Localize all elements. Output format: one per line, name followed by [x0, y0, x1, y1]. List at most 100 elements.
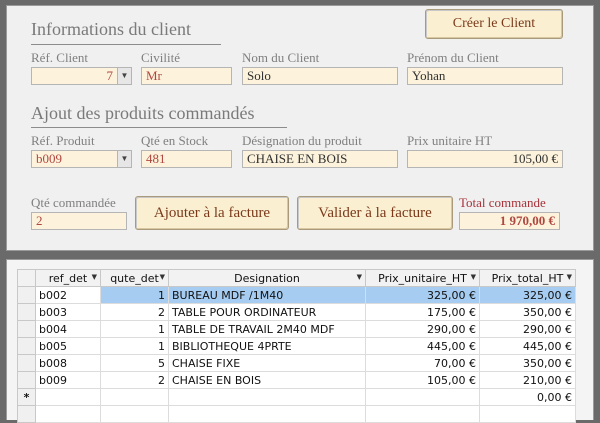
column-header-label: Prix_total_HT [491, 271, 564, 285]
column-header-prix-total[interactable]: Prix_total_HT ▼ [479, 269, 576, 287]
table-row[interactable]: b002 1 BUREAU MDF /1M40 325,00 € 325,00 … [17, 286, 576, 304]
column-header-ref-det[interactable]: ref_det ▼ [35, 269, 101, 287]
cell-prix-unitaire[interactable]: 445,00 € [365, 337, 480, 355]
table-row[interactable]: b003 2 TABLE POUR ORDINATEUR 175,00 € 35… [17, 303, 576, 321]
product-ref-label: Réf. Produit [31, 133, 95, 148]
row-selector[interactable] [17, 371, 36, 389]
new-record-marker[interactable]: * [17, 388, 36, 406]
validate-invoice-button[interactable]: Valider à la facture [297, 196, 453, 230]
cell-qute-det[interactable]: 1 [100, 337, 169, 355]
cell-designation[interactable] [168, 388, 366, 406]
client-ref-value: 7 [106, 68, 114, 83]
civilite-label: Civilité [141, 50, 180, 65]
column-header-qute-det[interactable]: qute_det ▼ [100, 269, 169, 287]
row-selector[interactable] [17, 320, 36, 338]
client-nom-label: Nom du Client [242, 50, 320, 65]
cell-qute-det[interactable]: 2 [100, 303, 169, 321]
cell-prix-unitaire[interactable]: 290,00 € [365, 320, 480, 338]
prix-unitaire-label: Prix unitaire HT [407, 133, 493, 148]
cell-designation[interactable]: TABLE POUR ORDINATEUR [168, 303, 366, 321]
sort-arrow-icon[interactable]: ▼ [357, 273, 362, 281]
cell-qute-det[interactable]: 1 [100, 286, 169, 304]
client-prenom-field[interactable]: Yohan [407, 67, 563, 85]
row-selector[interactable] [17, 354, 36, 372]
table-row[interactable]: b008 5 CHAISE FIXE 70,00 € 350,00 € [17, 354, 576, 372]
total-commande-label: Total commande [459, 195, 546, 210]
product-ref-value: b009 [36, 151, 62, 166]
chevron-down-icon[interactable]: ▼ [117, 68, 131, 84]
row-selector[interactable] [17, 337, 36, 355]
product-section-title: Ajout des produits commandés [31, 103, 255, 123]
cell-designation[interactable]: TABLE DE TRAVAIL 2M40 MDF [168, 320, 366, 338]
add-to-invoice-button[interactable]: Ajouter à la facture [135, 196, 289, 230]
cell-prix-unitaire[interactable]: 105,00 € [365, 371, 480, 389]
cell-designation[interactable]: CHAISE EN BOIS [168, 371, 366, 389]
cell-prix-total[interactable]: 445,00 € [479, 337, 576, 355]
cell-qute-det[interactable]: 1 [100, 320, 169, 338]
sort-arrow-icon[interactable]: ▼ [471, 273, 476, 281]
total-commande-field[interactable]: 1 970,00 € [459, 212, 560, 230]
order-lines-table: ref_det ▼ qute_det ▼ Designation ▼ Prix_uni… [17, 269, 576, 423]
cell-ref-det[interactable]: b004 [35, 320, 101, 338]
table-row[interactable]: b005 1 BIBLIOTHEQUE 4PRTE 445,00 € 445,0… [17, 337, 576, 355]
cell-prix-total[interactable]: 210,00 € [479, 371, 576, 389]
cell-prix-unitaire[interactable] [365, 388, 480, 406]
qte-commandee-label: Qté commandée [31, 195, 116, 210]
cell-designation[interactable]: CHAISE FIXE [168, 354, 366, 372]
column-header-label: ref_det [48, 271, 88, 285]
chevron-down-icon[interactable]: ▼ [117, 151, 131, 167]
create-client-button[interactable]: Créer le Client [425, 9, 563, 39]
column-header-label: Designation [234, 271, 300, 285]
cell-prix-unitaire[interactable]: 325,00 € [365, 286, 480, 304]
product-section-rule [31, 127, 287, 128]
order-lines-panel: ref_det ▼ qute_det ▼ Designation ▼ Prix_uni… [6, 259, 594, 423]
sort-arrow-icon[interactable]: ▼ [567, 273, 572, 281]
column-header-designation[interactable]: Designation ▼ [168, 269, 366, 287]
row-selector-header[interactable] [17, 269, 36, 287]
cell-prix-unitaire[interactable]: 70,00 € [365, 354, 480, 372]
sort-arrow-icon[interactable]: ▼ [92, 273, 97, 281]
column-header-prix-unitaire[interactable]: Prix_unitaire_HT ▼ [365, 269, 480, 287]
cell-ref-det[interactable] [35, 388, 101, 406]
client-section-title: Informations du client [31, 19, 191, 39]
client-section-rule [31, 44, 221, 45]
designation-label: Désignation du produit [242, 133, 362, 148]
qte-commandee-field[interactable]: 2 [31, 212, 127, 230]
prix-unitaire-field[interactable]: 105,00 € [407, 150, 563, 168]
table-row[interactable]: b009 2 CHAISE EN BOIS 105,00 € 210,00 € [17, 371, 576, 389]
cell-prix-total[interactable]: 0,00 € [479, 388, 576, 406]
table-header-row: ref_det ▼ qute_det ▼ Designation ▼ Prix_uni… [17, 269, 576, 287]
cell-prix-unitaire[interactable]: 175,00 € [365, 303, 480, 321]
cell-prix-total[interactable]: 325,00 € [479, 286, 576, 304]
cell-qute-det[interactable] [100, 388, 169, 406]
cell-prix-total[interactable]: 290,00 € [479, 320, 576, 338]
cell-ref-det[interactable]: b003 [35, 303, 101, 321]
client-ref-combo[interactable]: 7 ▼ [31, 67, 132, 85]
cell-ref-det[interactable]: b009 [35, 371, 101, 389]
cell-ref-det[interactable]: b002 [35, 286, 101, 304]
row-selector[interactable] [17, 286, 36, 304]
sort-arrow-icon[interactable]: ▼ [160, 273, 165, 281]
client-nom-field[interactable]: Solo [242, 67, 398, 85]
table-row[interactable]: b004 1 TABLE DE TRAVAIL 2M40 MDF 290,00 … [17, 320, 576, 338]
cell-designation[interactable]: BIBLIOTHEQUE 4PRTE [168, 337, 366, 355]
product-ref-combo[interactable]: b009 ▼ [31, 150, 132, 168]
cell-qute-det[interactable]: 2 [100, 371, 169, 389]
cell-prix-total[interactable]: 350,00 € [479, 354, 576, 372]
cell-qute-det[interactable]: 5 [100, 354, 169, 372]
column-header-label: Prix_unitaire_HT [378, 271, 467, 285]
civilite-field[interactable]: Mr [141, 67, 232, 85]
designation-field[interactable]: CHAISE EN BOIS [242, 150, 398, 168]
cell-prix-total[interactable]: 350,00 € [479, 303, 576, 321]
form-panel: Informations du client Créer le Client R… [6, 5, 594, 251]
cell-ref-det[interactable]: b008 [35, 354, 101, 372]
stock-field[interactable]: 481 [141, 150, 232, 168]
new-record-row[interactable]: * 0,00 € [17, 388, 576, 406]
stock-label: Qté en Stock [141, 133, 209, 148]
cell-ref-det[interactable]: b005 [35, 337, 101, 355]
column-header-label: qute_det [110, 271, 159, 285]
client-ref-label: Réf. Client [31, 50, 89, 65]
cell-designation[interactable]: BUREAU MDF /1M40 [168, 286, 366, 304]
client-prenom-label: Prénom du Client [407, 50, 499, 65]
row-selector[interactable] [17, 303, 36, 321]
